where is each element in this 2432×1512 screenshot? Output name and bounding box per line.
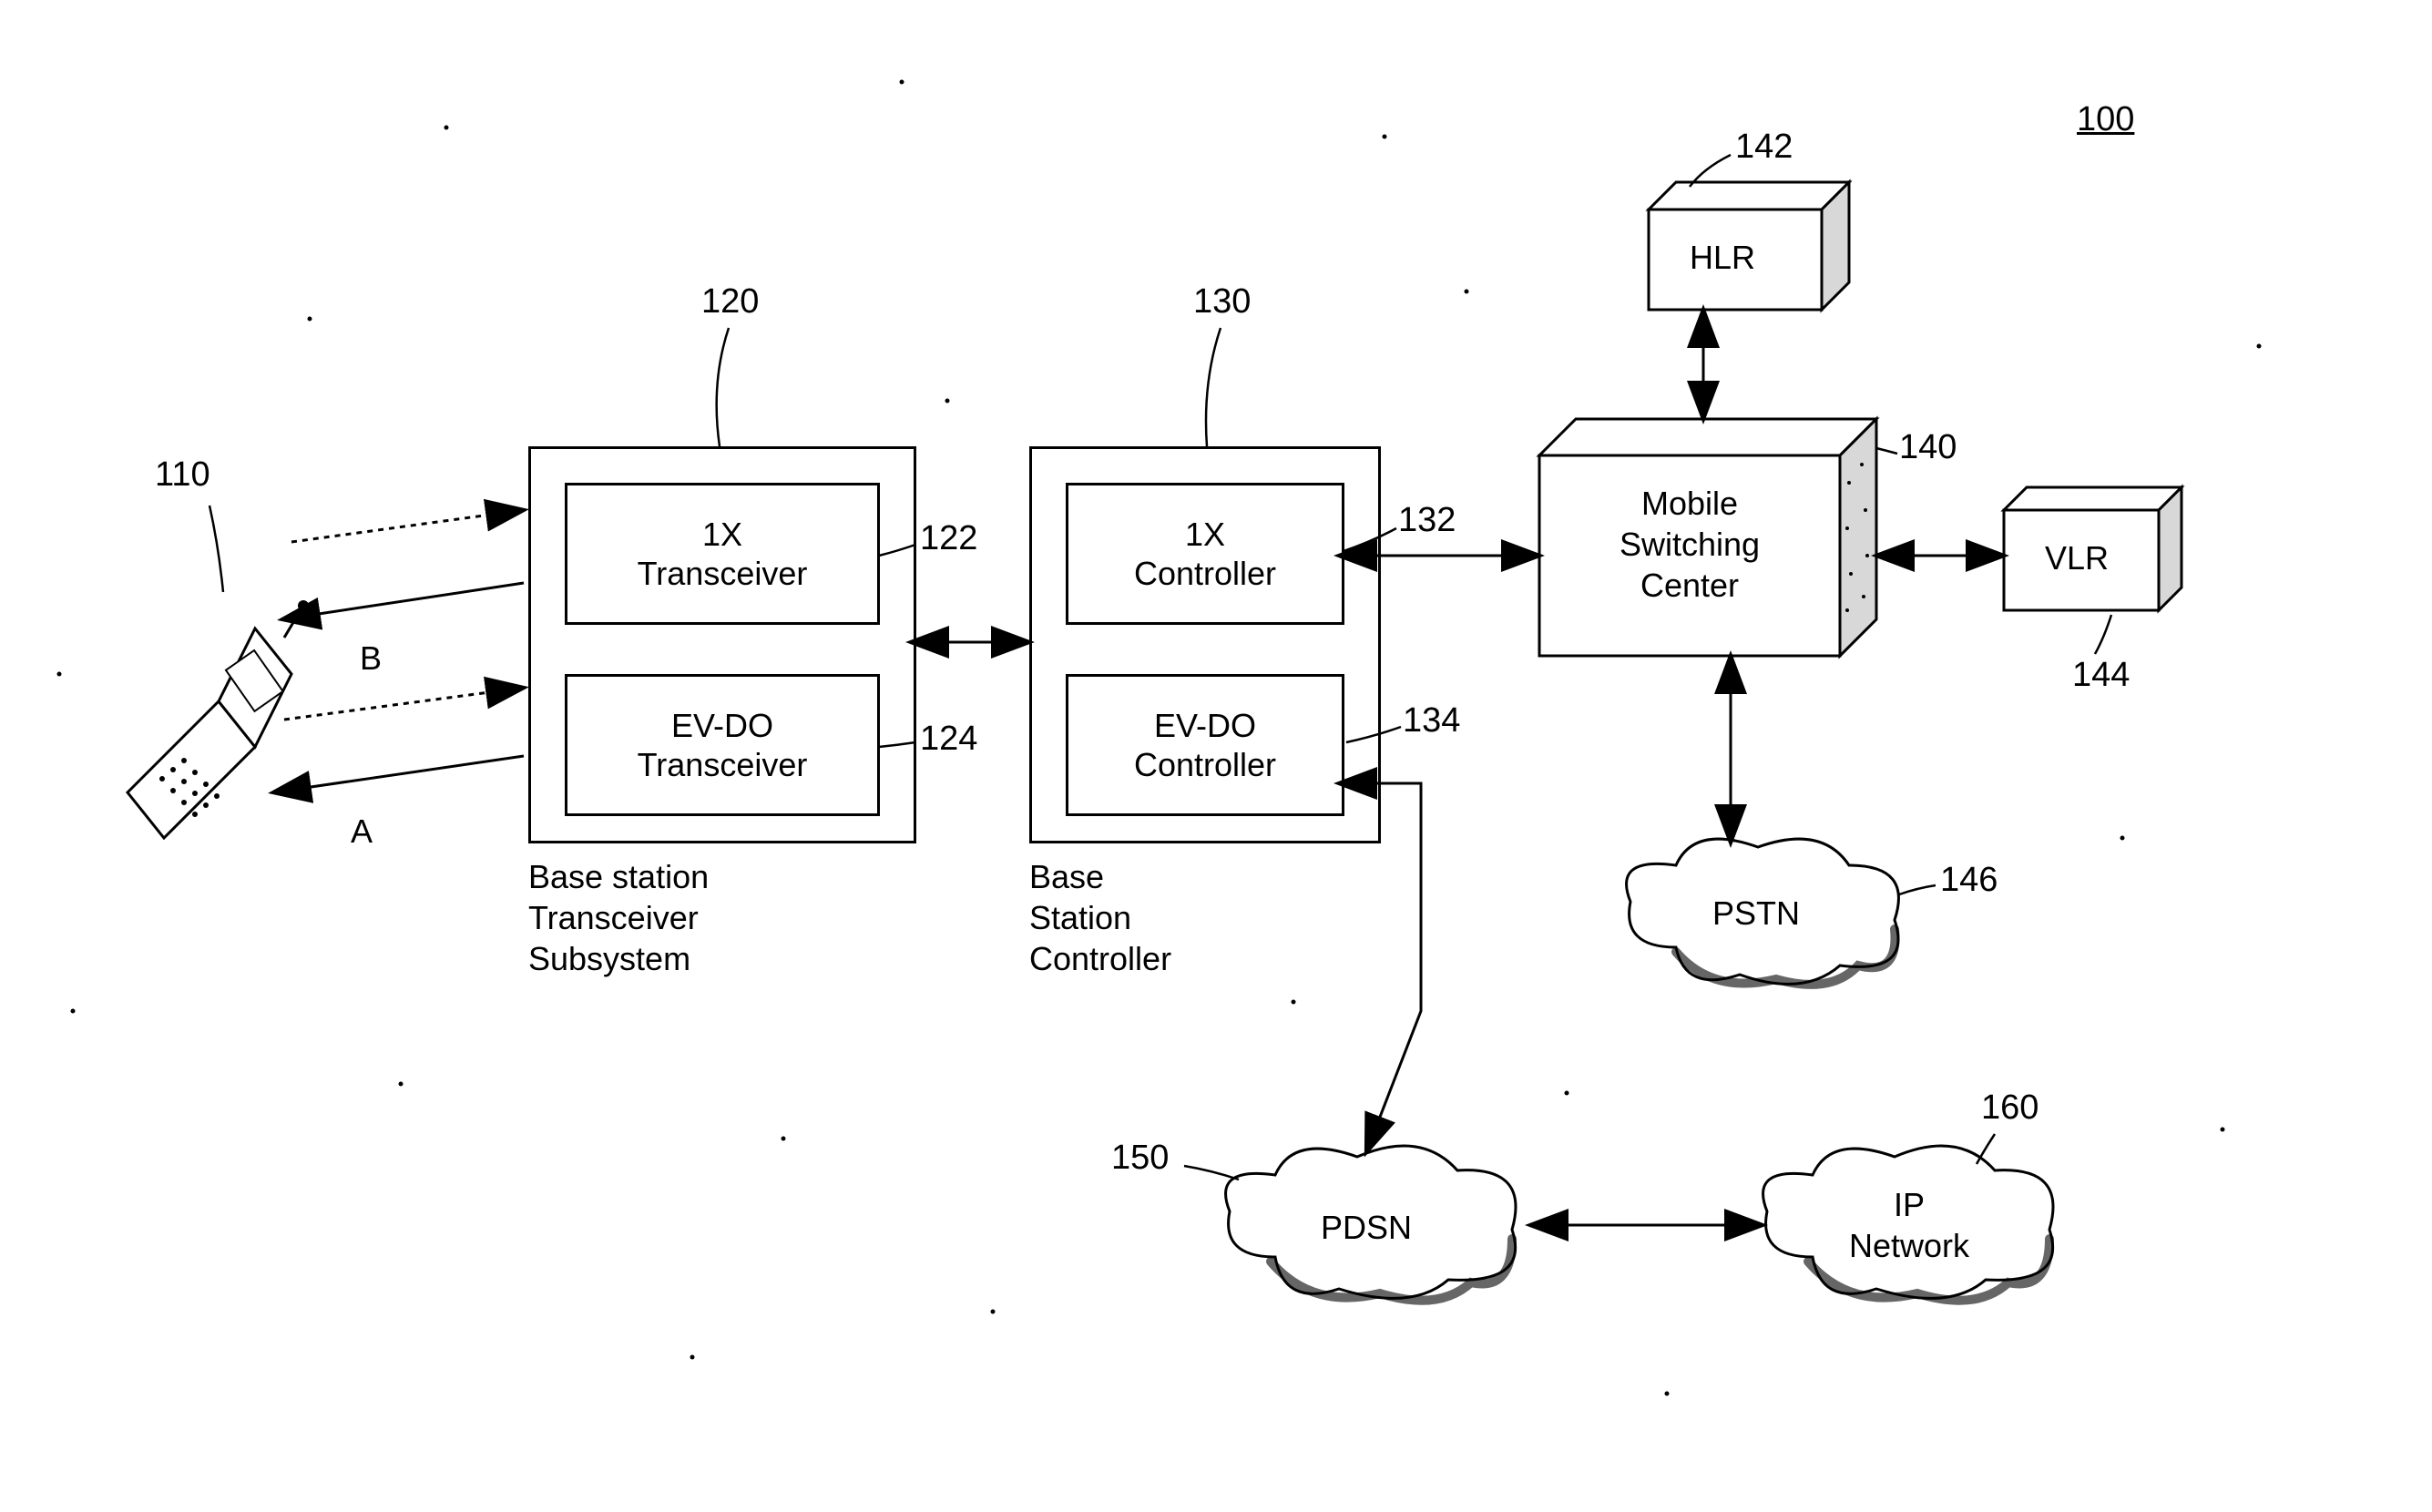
vlr-label: VLR bbox=[2045, 537, 2109, 578]
msc-label: Mobile Switching Center bbox=[1567, 483, 1813, 606]
bts-1x-ref: 122 bbox=[920, 519, 977, 558]
ip-network-label: IP Network bbox=[1849, 1184, 1969, 1266]
bsc-ref: 130 bbox=[1193, 282, 1251, 322]
pdsn-label: PDSN bbox=[1321, 1207, 1412, 1248]
pstn-label: PSTN bbox=[1712, 893, 1800, 934]
link-label-a: A bbox=[351, 811, 373, 852]
hlr-ref: 142 bbox=[1735, 128, 1793, 167]
bsc-1x-ref: 132 bbox=[1398, 501, 1456, 540]
bts-evdo-ref: 124 bbox=[920, 720, 977, 759]
bts-ref: 120 bbox=[701, 282, 759, 322]
mobile-ref: 110 bbox=[155, 455, 210, 495]
diagram-canvas: 100 110 1X Transceiver EV-DO Transceiver… bbox=[0, 0, 2432, 1512]
bts-caption: Base station Transceiver Subsystem bbox=[528, 856, 709, 979]
bts-evdo-transceiver: EV-DO Transceiver bbox=[565, 674, 880, 816]
pstn-ref: 146 bbox=[1940, 861, 1998, 900]
bsc-evdo-controller: EV-DO Controller bbox=[1066, 674, 1344, 816]
figure-ref: 100 bbox=[2077, 100, 2134, 139]
bts-1x-transceiver: 1X Transceiver bbox=[565, 483, 880, 625]
vlr-ref: 144 bbox=[2072, 656, 2130, 695]
pdsn-ref: 150 bbox=[1111, 1139, 1169, 1178]
ip-network-ref: 160 bbox=[1981, 1088, 2039, 1128]
hlr-label: HLR bbox=[1690, 237, 1755, 278]
link-label-b: B bbox=[360, 638, 382, 679]
bsc-1x-controller: 1X Controller bbox=[1066, 483, 1344, 625]
bsc-caption: Base Station Controller bbox=[1029, 856, 1171, 979]
bsc-evdo-ref: 134 bbox=[1403, 701, 1460, 741]
msc-ref: 140 bbox=[1899, 428, 1957, 467]
